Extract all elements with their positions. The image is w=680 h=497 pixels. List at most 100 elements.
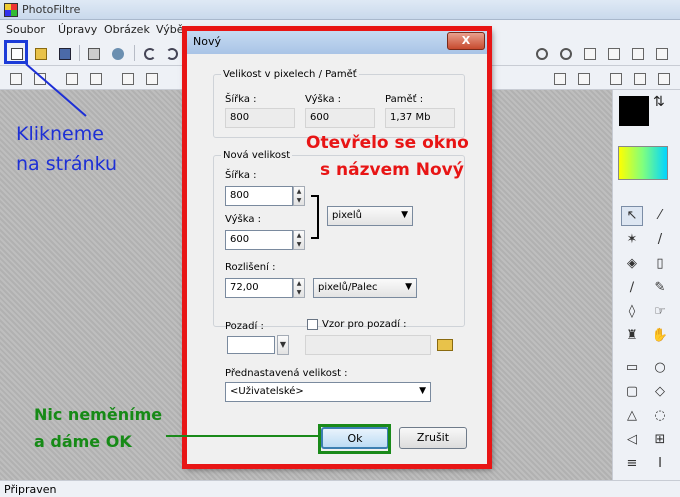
swap-colors-icon[interactable]: ⇅: [653, 94, 665, 110]
monitor-icon: [656, 48, 668, 60]
flip-horizontal-button[interactable]: [550, 69, 568, 87]
chevron-down-icon: ▼: [401, 210, 408, 220]
brush-tool-icon[interactable]: ∕: [621, 278, 643, 298]
advanced-brush-tool-icon[interactable]: ✎: [649, 278, 671, 298]
dialog-close-button[interactable]: X: [447, 32, 485, 50]
annotation-red-text: Otevřelo se okno s názvem Nový: [306, 130, 469, 184]
menu-obrazek[interactable]: Obrázek: [104, 23, 150, 36]
rotate-button[interactable]: [606, 69, 624, 87]
ellipse-shape-icon[interactable]: ○: [649, 358, 671, 378]
blur-tool-icon[interactable]: ◊: [621, 302, 643, 322]
undo-button[interactable]: [140, 44, 158, 62]
hand-tool-icon[interactable]: ✋: [649, 326, 671, 346]
contrast-button[interactable]: [118, 69, 136, 87]
ok-button[interactable]: Ok: [321, 427, 389, 449]
auto-contrast-icon: [34, 73, 46, 85]
toolbar-separator: [134, 45, 135, 61]
stamp-tool-icon[interactable]: ♜: [621, 326, 643, 346]
save-icon: [59, 48, 71, 60]
zoom-out-icon: [560, 48, 572, 60]
actual-size-icon: [584, 48, 596, 60]
save-button[interactable]: [55, 44, 73, 62]
text-shape-icon[interactable]: Ι: [649, 454, 671, 474]
auto-level-button[interactable]: [6, 69, 24, 87]
contrast-minus-button[interactable]: [142, 69, 160, 87]
align-shape-icon[interactable]: ≡: [621, 454, 643, 474]
width-input[interactable]: 800: [225, 186, 293, 206]
resolution-unit-dropdown[interactable]: pixelů/Palec ▼: [313, 278, 417, 298]
line-tool-icon[interactable]: /: [649, 230, 671, 250]
selection-tool-icon[interactable]: ↖: [621, 206, 643, 226]
width-spinner[interactable]: ▲ ▼: [293, 186, 305, 206]
background-color-dropdown-button[interactable]: ▼: [277, 335, 289, 355]
open-folder-icon[interactable]: [437, 339, 453, 351]
tools-panel: ⇅ ↖ ⁄ ✶ / ◈ ▯ ∕ ✎ ◊ ☞ ♜ ✋ ▭ ○ ▢ ◇ △ ◌ ◁ …: [612, 90, 680, 480]
auto-contrast-button[interactable]: [30, 69, 48, 87]
link-bracket: [311, 195, 319, 239]
dialog-title: Nový: [193, 35, 221, 48]
annotation-blue-line1: Klikneme: [16, 123, 104, 145]
annotation-blue-line2: na stránku: [16, 153, 118, 175]
resize-button[interactable]: [654, 69, 672, 87]
flip-horizontal-icon: [554, 73, 566, 85]
current-size-group: [213, 74, 465, 138]
color-palette[interactable]: [618, 146, 668, 180]
resize-icon: [658, 73, 670, 85]
preset-dropdown-value: <Uživatelské>: [230, 386, 304, 397]
open-button[interactable]: [31, 44, 49, 62]
height-spinner[interactable]: ▲ ▼: [293, 230, 305, 250]
zoom-out-button[interactable]: [556, 44, 574, 62]
scan-button[interactable]: [108, 44, 126, 62]
flip-vertical-icon: [578, 73, 590, 85]
smudge-tool-icon[interactable]: ☞: [649, 302, 671, 322]
eyedropper-tool-icon[interactable]: ⁄: [649, 206, 671, 226]
sun-icon: [66, 73, 78, 85]
redo-button[interactable]: [162, 44, 180, 62]
cancel-button[interactable]: Zrušit: [399, 427, 467, 449]
triangle-shape-icon[interactable]: △: [621, 406, 643, 426]
pattern-checkbox[interactable]: [307, 319, 318, 330]
print-button[interactable]: [84, 44, 102, 62]
status-text: Připraven: [4, 483, 57, 496]
unit-dropdown[interactable]: pixelů ▼: [327, 206, 413, 226]
zoom-in-button[interactable]: [532, 44, 550, 62]
resolution-spinner[interactable]: ▲ ▼: [293, 278, 305, 298]
app-titlebar: PhotoFiltre: [0, 0, 680, 20]
crop-button[interactable]: [630, 69, 648, 87]
flip-vertical-button[interactable]: [574, 69, 592, 87]
undo-icon: [144, 48, 156, 60]
background-color-picker[interactable]: [227, 336, 275, 354]
current-height-value: 600: [305, 108, 375, 128]
magic-wand-tool-icon[interactable]: ✶: [621, 230, 643, 250]
rounded-rectangle-shape-icon[interactable]: ▢: [621, 382, 643, 402]
resolution-input[interactable]: 72,00: [225, 278, 293, 298]
brightness-minus-button[interactable]: [86, 69, 104, 87]
fit-window-button[interactable]: [604, 44, 622, 62]
scanner-icon: [112, 48, 124, 60]
sun-minus-icon: [90, 73, 102, 85]
actual-size-button[interactable]: [580, 44, 598, 62]
fullscreen-button[interactable]: [628, 44, 646, 62]
open-folder-icon: [35, 48, 47, 60]
width-label: Šířka :: [225, 170, 257, 181]
rectangle-shape-icon[interactable]: ▭: [621, 358, 643, 378]
spray-tool-icon[interactable]: ▯: [649, 254, 671, 274]
zoom-in-icon: [536, 48, 548, 60]
fill-tool-icon[interactable]: ◈: [621, 254, 643, 274]
toolbar-separator: [79, 45, 80, 61]
resolution-label: Rozlišení :: [225, 262, 276, 273]
preset-dropdown[interactable]: <Uživatelské> ▼: [225, 382, 431, 402]
preview-button[interactable]: [652, 44, 670, 62]
height-input[interactable]: 600: [225, 230, 293, 250]
photofiltre-app-icon: [4, 3, 18, 17]
menu-upravy[interactable]: Úpravy: [58, 23, 97, 36]
status-bar: Připraven: [0, 480, 680, 497]
foreground-color-swatch[interactable]: [619, 96, 649, 126]
brightness-button[interactable]: [62, 69, 80, 87]
diamond-shape-icon[interactable]: ◇: [649, 382, 671, 402]
menu-soubor[interactable]: Soubor: [6, 23, 45, 36]
polygon-shape-icon[interactable]: ◁: [621, 430, 643, 450]
lasso-shape-icon[interactable]: ◌: [649, 406, 671, 426]
add-shape-icon[interactable]: ⊞: [649, 430, 671, 450]
current-height-label: Výška :: [305, 94, 341, 105]
